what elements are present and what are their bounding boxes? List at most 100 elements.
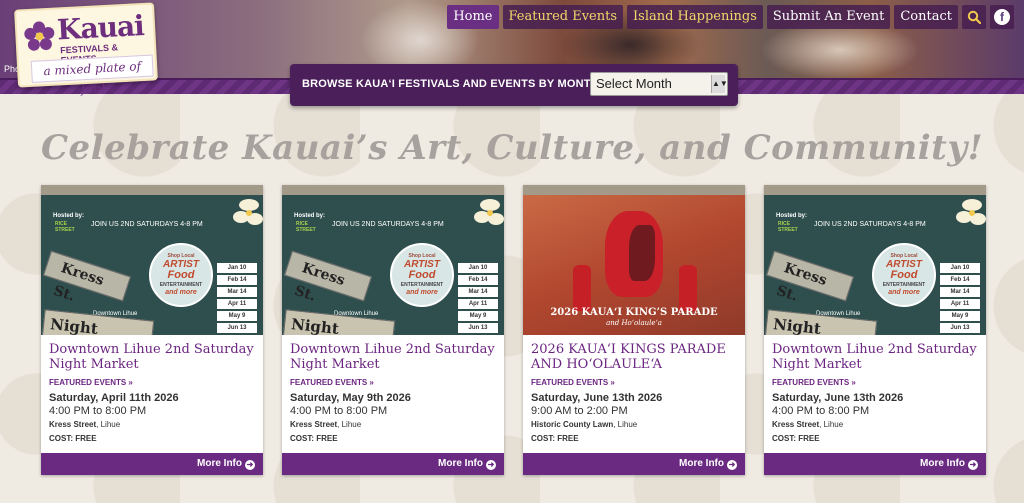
event-image[interactable]: 2026 KAUA‘I KING’S PARADE and Ho‘olaule‘… <box>523 185 745 335</box>
poster-join: JOIN US 2ND SATURDAYS 4-8 PM <box>91 221 203 228</box>
event-category-link[interactable]: FEATURED EVENTS » <box>531 378 615 387</box>
event-cost: COST: FREE <box>290 434 338 443</box>
event-category-link[interactable]: FEATURED EVENTS » <box>772 378 856 387</box>
event-card[interactable]: Hosted by: RICE STREET JOIN US 2ND SATUR… <box>764 185 986 475</box>
event-title[interactable]: Downtown Lihue 2nd Saturday Night Market <box>290 342 498 372</box>
nav-island-happenings[interactable]: Island Happenings <box>627 5 763 29</box>
night-market-poster: Hosted by: RICE STREET JOIN US 2ND SATUR… <box>764 195 986 335</box>
poster-date: Feb 14 <box>458 275 498 285</box>
event-venue: Kress Street <box>772 420 820 429</box>
more-info-button[interactable]: More Info ➜ <box>282 453 504 475</box>
event-location: Kress Street, Lihue <box>772 420 843 429</box>
plumeria-icon <box>474 199 504 225</box>
event-image[interactable]: Hosted by: RICE STREET JOIN US 2ND SATUR… <box>764 185 986 335</box>
poster-street-sign: Kress St. <box>766 250 854 305</box>
more-info-label: More Info <box>679 458 724 469</box>
image-top-strip <box>764 185 986 195</box>
event-venue: Kress Street <box>290 420 338 429</box>
nav-submit-event[interactable]: Submit An Event <box>766 5 891 29</box>
main-nav: Home Featured Events Island Happenings S… <box>447 5 1014 29</box>
event-time: 4:00 PM to 8:00 PM <box>772 405 870 417</box>
poster-circle: Shop Local ARTIST Food ENTERTAINMENT and… <box>149 243 213 307</box>
poster-date: Mar 14 <box>940 287 980 297</box>
event-title[interactable]: Downtown Lihue 2nd Saturday Night Market <box>49 342 257 372</box>
poster-hosted: Hosted by: <box>294 213 326 219</box>
event-time: 4:00 PM to 8:00 PM <box>290 405 388 417</box>
poster-date: Jun 13 <box>458 323 498 333</box>
poster-date: May 9 <box>217 311 257 321</box>
event-time: 4:00 PM to 8:00 PM <box>49 405 147 417</box>
nav-contact[interactable]: Contact <box>894 5 958 29</box>
event-cost: COST: FREE <box>49 434 97 443</box>
poster-date: Jan 10 <box>940 263 980 273</box>
more-info-button[interactable]: More Info ➜ <box>41 453 263 475</box>
poster-circle: Shop Local ARTIST Food ENTERTAINMENT and… <box>390 243 454 307</box>
poster-date: Jan 10 <box>217 263 257 273</box>
night-market-poster: Hosted by: RICE STREET JOIN US 2ND SATUR… <box>282 195 504 335</box>
poster-food: Food <box>890 269 918 281</box>
poster-ent: ENTERTAINMENT <box>400 282 444 288</box>
more-info-button[interactable]: More Info ➜ <box>764 453 986 475</box>
event-card[interactable]: 2026 KAUA‘I KING’S PARADE and Ho‘olaule‘… <box>523 185 745 475</box>
poster-more: and more <box>165 289 197 296</box>
mahiole-helmet-icon <box>605 211 663 297</box>
event-city: , Lihue <box>613 420 638 429</box>
month-select[interactable]: Select Month ▲▼ <box>590 72 728 96</box>
night-market-poster: Hosted by: RICE STREET JOIN US 2ND SATUR… <box>41 195 263 335</box>
plumeria-icon <box>956 199 986 225</box>
event-title[interactable]: 2026 KAUA‘I KINGS PARADE AND HO‘OLAULE‘A <box>531 342 739 372</box>
dropdown-arrow-icon: ▲▼ <box>711 75 728 93</box>
poster-join: JOIN US 2ND SATURDAYS 4-8 PM <box>814 221 926 228</box>
event-cost: COST: FREE <box>772 434 820 443</box>
nav-home[interactable]: Home <box>447 5 499 29</box>
event-card[interactable]: Hosted by: RICE STREET JOIN US 2ND SATUR… <box>282 185 504 475</box>
event-location: Kress Street, Lihue <box>290 420 361 429</box>
site-logo[interactable]: Kauai FESTIVALS & EVENTS a mixed plate o… <box>14 2 158 96</box>
poster-date: May 9 <box>940 311 980 321</box>
poster-food: Food <box>408 269 436 281</box>
kahili-icon <box>679 265 697 311</box>
search-icon <box>967 10 982 25</box>
more-info-label: More Info <box>197 458 242 469</box>
image-top-strip <box>523 185 745 195</box>
poster-rice-logo: RICE STREET <box>296 221 316 233</box>
event-category-link[interactable]: FEATURED EVENTS » <box>290 378 374 387</box>
poster-date: Apr 11 <box>940 299 980 309</box>
poster-rice-logo: RICE STREET <box>55 221 75 233</box>
nav-featured-events[interactable]: Featured Events <box>502 5 624 29</box>
search-button[interactable] <box>962 5 986 29</box>
event-image[interactable]: Hosted by: RICE STREET JOIN US 2ND SATUR… <box>41 185 263 335</box>
event-date: Saturday, May 9th 2026 <box>290 392 411 404</box>
hibiscus-icon <box>24 21 55 51</box>
event-category-link[interactable]: FEATURED EVENTS » <box>49 378 133 387</box>
event-title[interactable]: Downtown Lihue 2nd Saturday Night Market <box>772 342 980 372</box>
poster-street-sign: Kress St. <box>284 250 372 305</box>
poster-ent: ENTERTAINMENT <box>159 282 203 288</box>
event-location: Historic County Lawn, Lihue <box>531 420 637 429</box>
month-select-value: Select Month <box>596 76 672 91</box>
poster-parade-title: 2026 KAUA‘I KING’S PARADE <box>550 307 718 318</box>
event-date: Saturday, April 11th 2026 <box>49 392 179 404</box>
event-card[interactable]: Hosted by: RICE STREET JOIN US 2ND SATUR… <box>41 185 263 475</box>
page-headline: Celebrate Kauai’s Art, Culture, and Comm… <box>41 128 983 168</box>
more-info-label: More Info <box>920 458 965 469</box>
poster-dates: Jan 10 Feb 14 Mar 14 Apr 11 May 9 Jun 13 <box>217 263 257 335</box>
event-city: , Lihue <box>337 420 362 429</box>
poster-street-sign: Kress St. <box>43 250 131 305</box>
poster-join: JOIN US 2ND SATURDAYS 4-8 PM <box>332 221 444 228</box>
facebook-button[interactable]: f <box>990 5 1014 29</box>
poster-date: May 9 <box>458 311 498 321</box>
event-image[interactable]: Hosted by: RICE STREET JOIN US 2ND SATUR… <box>282 185 504 335</box>
logo-tagline: a mixed plate of fun! <box>30 54 154 96</box>
event-venue: Kress Street <box>49 420 97 429</box>
poster-date: Apr 11 <box>217 299 257 309</box>
image-top-strip <box>41 185 263 195</box>
event-date: Saturday, June 13th 2026 <box>772 392 904 404</box>
image-top-strip <box>282 185 504 195</box>
event-venue: Historic County Lawn <box>531 420 614 429</box>
poster-food: Food <box>167 269 195 281</box>
poster-more: and more <box>888 289 920 296</box>
poster-date: Jun 13 <box>940 323 980 333</box>
arrow-right-circle-icon: ➜ <box>968 460 978 470</box>
more-info-button[interactable]: More Info ➜ <box>523 453 745 475</box>
